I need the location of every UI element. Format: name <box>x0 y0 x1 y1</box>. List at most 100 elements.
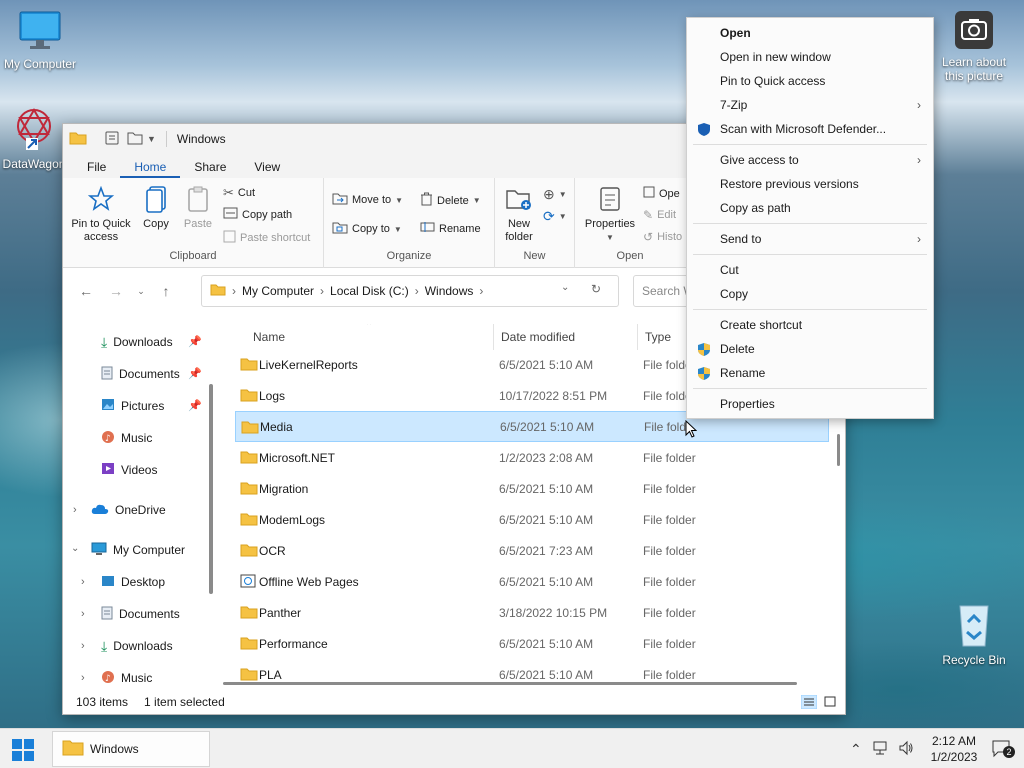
up-arrow-icon[interactable]: ↑ <box>151 283 181 299</box>
desktop-icon-recycle-bin[interactable]: Recycle Bin <box>934 600 1014 667</box>
properties-button[interactable]: Properties ▼ <box>581 184 639 244</box>
nav-item-documents-2[interactable]: Documents <box>101 603 180 625</box>
speaker-icon[interactable] <box>898 740 914 759</box>
nav-pane-scrollbar[interactable] <box>209 384 213 594</box>
chevron-up-icon[interactable]: ⌃ <box>850 741 862 758</box>
nav-item-desktop[interactable]: Desktop <box>101 571 165 593</box>
breadcrumb-windows[interactable]: Windows <box>425 284 474 298</box>
menu-item-create-shortcut[interactable]: Create shortcut <box>687 313 933 337</box>
back-arrow-icon[interactable]: ← <box>71 283 101 299</box>
desktop-icon-my-computer[interactable]: My Computer <box>0 10 80 71</box>
new-item-button[interactable]: ⊕ ▼ <box>543 186 567 203</box>
menu-item-rename[interactable]: Rename <box>687 361 933 385</box>
history-button[interactable]: ↺ Histo <box>643 230 682 244</box>
forward-arrow-icon[interactable]: → <box>101 283 131 299</box>
windows-start-icon[interactable] <box>12 739 34 761</box>
pin-icon: 📌 <box>188 400 202 412</box>
pin-quick-access-button[interactable]: Pin to Quick access <box>67 184 135 244</box>
table-row[interactable]: OCR 6/5/2021 7:23 AM File folder <box>235 535 829 566</box>
menu-item-send-to[interactable]: Send to › <box>687 227 933 251</box>
tab-file[interactable]: File <box>73 160 120 178</box>
nav-item-downloads[interactable]: ⤓ Downloads <box>101 331 173 353</box>
nav-item-music-2[interactable]: ♪ Music <box>101 667 152 689</box>
new-folder-button[interactable]: New folder <box>497 184 541 244</box>
table-row[interactable]: PLA 6/5/2021 5:10 AM File folder <box>235 659 829 690</box>
refresh-icon[interactable]: ↻ <box>591 282 601 296</box>
file-list-vertical-scrollbar[interactable] <box>837 434 840 466</box>
notification-icon[interactable]: 2 <box>992 740 1015 761</box>
file-date: 6/5/2021 5:10 AM <box>500 419 595 434</box>
menu-item-copy-as-path[interactable]: Copy as path <box>687 196 933 220</box>
taskbar-button-explorer[interactable]: Windows <box>52 731 210 767</box>
large-icons-view-icon[interactable] <box>823 695 837 712</box>
column-header-date[interactable]: Date modified <box>501 330 575 344</box>
menu-item-copy[interactable]: Copy <box>687 282 933 306</box>
nav-item-pictures[interactable]: Pictures <box>101 395 164 417</box>
chevron-right-icon[interactable]: › <box>81 640 85 652</box>
menu-item-pin-to-quick-access[interactable]: Pin to Quick access <box>687 69 933 93</box>
move-to-button[interactable]: Move to ▼ <box>332 192 403 208</box>
menu-item-7-zip[interactable]: 7-Zip › <box>687 93 933 117</box>
copy-path-button[interactable]: Copy path <box>223 207 292 222</box>
menu-item-give-access-to[interactable]: Give access to › <box>687 148 933 172</box>
menu-item-delete[interactable]: Delete <box>687 337 933 361</box>
clock[interactable]: 2:12 AM 1/2/2023 <box>928 733 980 765</box>
recent-locations-chevron-icon[interactable]: ⌄ <box>131 286 151 297</box>
tab-view[interactable]: View <box>240 160 294 178</box>
delete-button[interactable]: Delete ▼ <box>420 192 481 209</box>
nav-item-onedrive[interactable]: OneDrive <box>91 499 166 521</box>
menu-item-open[interactable]: Open <box>687 21 933 45</box>
rename-button[interactable]: Rename <box>420 221 481 236</box>
address-dropdown-icon[interactable]: ⌄ <box>561 282 569 293</box>
copy-to-button[interactable]: Copy to ▼ <box>332 221 402 237</box>
details-view-icon[interactable] <box>800 694 818 712</box>
address-bar[interactable]: › My Computer › Local Disk (C:) › Window… <box>201 275 619 307</box>
column-divider[interactable] <box>493 324 494 350</box>
table-row[interactable]: Microsoft.NET 1/2/2023 2:08 AM File folder <box>235 442 829 473</box>
tab-share[interactable]: Share <box>180 160 240 178</box>
paste-shortcut-button[interactable]: Paste shortcut <box>223 229 310 246</box>
desktop-icon-learn-about-picture[interactable]: Learn about this picture <box>934 10 1014 83</box>
menu-item-restore-previous-versions[interactable]: Restore previous versions <box>687 172 933 196</box>
chevron-right-icon[interactable]: › <box>81 608 85 620</box>
cut-button[interactable]: ✂ Cut <box>223 185 255 201</box>
nav-item-videos[interactable]: Videos <box>101 459 157 481</box>
nav-item-music[interactable]: ♪ Music <box>101 427 152 449</box>
menu-item-properties[interactable]: Properties <box>687 392 933 416</box>
chevron-right-icon[interactable]: › <box>81 576 85 588</box>
nav-item-documents[interactable]: Documents <box>101 363 180 385</box>
new-folder-quick-icon[interactable] <box>127 131 143 148</box>
paste-button[interactable]: Paste <box>179 184 217 231</box>
file-list-horizontal-scrollbar[interactable] <box>223 682 797 685</box>
chevron-right-icon[interactable]: › <box>81 672 85 684</box>
column-header-name[interactable]: Name <box>253 330 285 344</box>
properties-quick-icon[interactable] <box>105 131 119 148</box>
network-icon[interactable] <box>872 740 888 759</box>
menu-item-cut[interactable]: Cut <box>687 258 933 282</box>
chevron-down-icon[interactable]: ▼ <box>147 134 156 144</box>
menu-item-scan-with-microsoft-defender[interactable]: Scan with Microsoft Defender... <box>687 117 933 141</box>
table-row[interactable]: Migration 6/5/2021 5:10 AM File folder <box>235 473 829 504</box>
nav-item-my-computer[interactable]: My Computer <box>91 539 185 561</box>
breadcrumb-my-computer[interactable]: My Computer <box>242 284 314 298</box>
edit-button[interactable]: ✎ Edit <box>643 208 676 222</box>
file-date: 6/5/2021 5:10 AM <box>499 357 594 372</box>
menu-item-open-in-new-window[interactable]: Open in new window <box>687 45 933 69</box>
chevron-down-icon[interactable]: ⌄ <box>71 543 79 554</box>
file-name: ModemLogs <box>259 512 326 527</box>
open-group: Properties ▼ Ope ✎ Edit ↺ Histo Open <box>575 178 685 268</box>
copy-button[interactable]: Copy <box>137 184 175 231</box>
table-row[interactable]: Offline Web Pages 6/5/2021 5:10 AM File fo… <box>235 566 829 597</box>
chevron-right-icon[interactable]: › <box>73 504 77 516</box>
table-row[interactable]: Performance 6/5/2021 5:10 AM File folder <box>235 628 829 659</box>
nav-item-downloads-2[interactable]: ⤓ Downloads <box>101 635 173 657</box>
easy-access-button[interactable]: ⟳ ▼ <box>543 208 567 225</box>
open-button[interactable]: Ope <box>643 186 680 201</box>
column-divider[interactable] <box>637 324 638 350</box>
table-row[interactable]: Panther 3/18/2022 10:15 PM File folder <box>235 597 829 628</box>
column-header-type[interactable]: Type <box>645 330 671 344</box>
breadcrumb-local-disk[interactable]: Local Disk (C:) <box>330 284 409 298</box>
table-row[interactable]: ModemLogs 6/5/2021 5:10 AM File folder <box>235 504 829 535</box>
tab-home[interactable]: Home <box>120 160 181 178</box>
file-type: File folder <box>643 574 696 589</box>
